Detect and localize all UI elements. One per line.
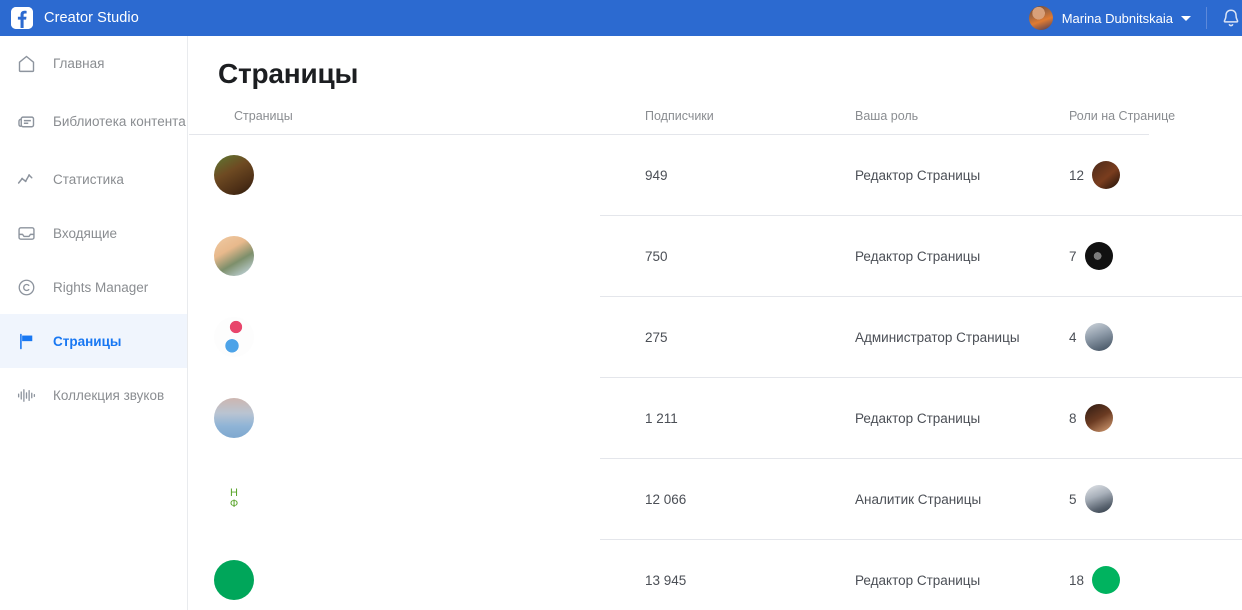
sidebar-item-insights[interactable]: Статистика <box>0 152 187 206</box>
sidebar-item-pages[interactable]: Страницы <box>0 314 187 368</box>
table-row[interactable]: 1 211 Редактор Страницы 8 <box>189 378 1242 458</box>
roles-count: 7 <box>1069 248 1077 264</box>
brand-title: Creator Studio <box>44 10 139 26</box>
role-avatar-2 <box>1084 242 1113 270</box>
page-avatar-2 <box>214 236 254 276</box>
sidebar-item-sound-collection[interactable]: Коллекция звуков <box>0 368 187 422</box>
page-cell[interactable]: Н Ф <box>189 479 645 519</box>
role-avatar-4 <box>1084 404 1113 432</box>
roles-count: 5 <box>1069 491 1077 507</box>
top-bar-right: Marina Dubnitskaia <box>1028 0 1242 36</box>
roles-count: 8 <box>1069 410 1077 426</box>
facebook-f-icon <box>11 7 33 29</box>
sidebar-item-label: Коллекция звуков <box>53 387 165 403</box>
chevron-down-icon[interactable] <box>1181 15 1191 21</box>
table-header-row: Страницы Подписчики Ваша роль Роли на Ст… <box>189 100 1242 134</box>
page-avatar-1 <box>214 155 254 195</box>
subscribers-cell: 1 211 <box>645 410 678 426</box>
column-header-your-role: Ваша роль <box>855 109 919 123</box>
page-roles-cell[interactable]: 18 <box>1069 566 1219 594</box>
your-role-cell: Редактор Страницы <box>855 167 981 183</box>
page-cell[interactable] <box>189 317 645 357</box>
page-cell[interactable] <box>189 398 645 438</box>
page-cell[interactable] <box>189 236 645 276</box>
divider <box>1206 7 1207 29</box>
table-row[interactable]: 13 945 Редактор Страницы 18 <box>189 540 1242 610</box>
subscribers-cell: 12 066 <box>645 491 687 507</box>
sidebar: Главная Библиотека контента Статистика В… <box>0 36 188 610</box>
subscribers-cell: 949 <box>645 167 668 183</box>
sidebar-item-label: Статистика <box>53 171 124 187</box>
column-header-pages: Страницы <box>234 109 293 123</box>
sidebar-item-inbox[interactable]: Входящие <box>0 206 187 260</box>
page-roles-cell[interactable]: 4 <box>1069 323 1219 351</box>
sidebar-item-label: Главная <box>53 55 105 71</box>
page-avatar-6 <box>214 560 254 600</box>
your-role-cell: Редактор Страницы <box>855 572 981 588</box>
bell-icon[interactable] <box>1220 7 1242 29</box>
page-roles-cell[interactable]: 7 <box>1069 242 1219 270</box>
content-library-icon <box>14 109 38 133</box>
column-header-subscribers: Подписчики <box>645 109 714 123</box>
role-avatar-1 <box>1092 161 1121 189</box>
sidebar-item-label: Страницы <box>53 333 122 349</box>
svg-text:Ф: Ф <box>230 498 238 510</box>
your-role-cell: Администратор Страницы <box>855 329 1020 345</box>
sidebar-item-label: Библиотека контента <box>53 113 186 129</box>
flag-icon <box>14 329 38 353</box>
pages-table: Страницы Подписчики Ваша роль Роли на Ст… <box>189 100 1242 610</box>
page-title: Страницы <box>218 58 359 89</box>
page-avatar-5: Н Ф <box>214 479 254 519</box>
table-row[interactable]: 750 Редактор Страницы 7 <box>189 216 1242 296</box>
your-role-cell: Аналитик Страницы <box>855 491 982 507</box>
sidebar-item-label: Rights Manager <box>53 279 149 295</box>
role-avatar-6 <box>1092 566 1121 594</box>
column-header-page-roles: Роли на Странице <box>1069 109 1176 123</box>
brand-area[interactable]: Creator Studio <box>0 0 139 36</box>
page-cell[interactable] <box>189 560 645 600</box>
main-content: Страницы Страницы Подписчики Ваша роль Р… <box>189 36 1242 610</box>
copyright-icon <box>14 275 38 299</box>
inbox-icon <box>14 221 38 245</box>
sound-wave-icon <box>14 383 38 407</box>
role-avatar-5 <box>1084 485 1113 513</box>
your-role-cell: Редактор Страницы <box>855 410 981 426</box>
top-bar: Creator Studio Marina Dubnitskaia <box>0 0 1242 36</box>
table-row[interactable]: 949 Редактор Страницы 12 <box>189 135 1242 215</box>
sidebar-item-home[interactable]: Главная <box>0 36 187 90</box>
roles-count: 18 <box>1069 572 1085 588</box>
subscribers-cell: 13 945 <box>645 572 687 588</box>
page-roles-cell[interactable]: 8 <box>1069 404 1219 432</box>
page-roles-cell[interactable]: 12 <box>1069 161 1219 189</box>
page-cell[interactable] <box>189 155 645 195</box>
page-avatar-3 <box>214 317 254 357</box>
sidebar-item-content-library[interactable]: Библиотека контента <box>0 90 187 152</box>
sidebar-item-rights-manager[interactable]: Rights Manager <box>0 260 187 314</box>
subscribers-cell: 275 <box>645 329 668 345</box>
page-roles-cell[interactable]: 5 <box>1069 485 1219 513</box>
insights-chart-icon <box>14 167 38 191</box>
table-row[interactable]: Н Ф 12 066 Аналитик Страницы 5 <box>189 459 1242 539</box>
roles-count: 4 <box>1069 329 1077 345</box>
home-icon <box>14 51 38 75</box>
user-name[interactable]: Marina Dubnitskaia <box>1062 11 1173 26</box>
role-avatar-3 <box>1084 323 1113 351</box>
your-role-cell: Редактор Страницы <box>855 248 981 264</box>
subscribers-cell: 750 <box>645 248 668 264</box>
roles-count: 12 <box>1069 167 1085 183</box>
sidebar-item-label: Входящие <box>53 225 118 241</box>
avatar[interactable] <box>1028 6 1053 30</box>
table-row[interactable]: 275 Администратор Страницы 4 <box>189 297 1242 377</box>
page-avatar-4 <box>214 398 254 438</box>
